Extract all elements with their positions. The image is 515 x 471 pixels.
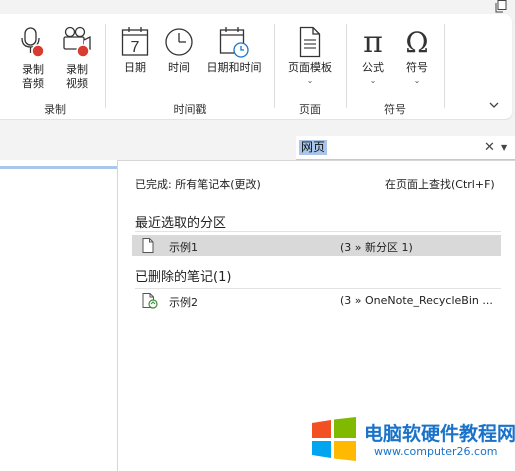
ribbon: 录制 音频 录制 视频 录制 7 日期 时间 日期和时间 时间戳 页面模板 ⌄ … [0, 14, 512, 120]
record-group-label: 录制 [44, 103, 66, 116]
search-input[interactable]: 网页 ✕ ▼ [296, 136, 515, 160]
record-video-icon [63, 26, 91, 58]
chevron-down-icon: ⌄ [306, 76, 314, 85]
omega-icon: Ω [405, 26, 428, 58]
result-page-name: 示例2 [169, 296, 198, 309]
search-query[interactable]: 网页 [299, 140, 328, 155]
page-canvas[interactable] [0, 160, 117, 471]
ribbon-separator [105, 24, 106, 108]
recycle-page-icon [142, 293, 158, 309]
pages-group-label: 页面 [299, 103, 321, 116]
record-audio-label-1: 录制 [22, 63, 44, 76]
symbol-label: 符号 [406, 61, 428, 74]
watermark-title: 电脑软硬件教程网 [364, 423, 515, 445]
chevron-down-icon[interactable]: ▼ [501, 141, 507, 155]
collapse-ribbon-icon[interactable] [488, 99, 500, 111]
symbols-group-label: 符号 [384, 103, 406, 116]
result-page-location: (3 » OneNote_RecycleBin ... [340, 294, 493, 307]
page-icon [142, 238, 154, 253]
date-time-button[interactable]: 日期和时间 [202, 26, 266, 75]
find-on-page-link[interactable]: 在页面上查找(Ctrl+F) [385, 176, 495, 192]
search-scope-status[interactable]: 已完成: 所有笔记本(更改) [135, 176, 261, 192]
watermark: 电脑软硬件教程网 www.computer26.com [310, 415, 515, 465]
svg-text:π: π [363, 26, 383, 58]
divider [135, 288, 501, 289]
list-item[interactable]: 示例2 (3 » OneNote_RecycleBin ... [132, 290, 501, 311]
record-video-label-1: 录制 [66, 63, 88, 76]
page-title-line [0, 166, 117, 169]
close-icon[interactable]: ✕ [484, 141, 495, 155]
page-templates-label: 页面模板 [288, 61, 332, 74]
record-audio-label-2: 音频 [22, 77, 44, 90]
calendar-icon: 7 [121, 27, 149, 56]
record-audio-icon [21, 27, 45, 58]
watermark-url: www.computer26.com [374, 445, 498, 458]
record-video-label-2: 视频 [66, 77, 88, 90]
windows-logo-red [312, 420, 331, 438]
date-label: 日期 [124, 61, 146, 74]
windows-logo-yellow [334, 441, 356, 461]
recent-sections-heading: 最近选取的分区 [135, 216, 227, 231]
ribbon-separator [444, 24, 445, 108]
svg-text:Ω: Ω [405, 26, 428, 58]
equation-button[interactable]: π 公式 ⌄ [355, 26, 391, 86]
calendar-day: 7 [131, 39, 140, 56]
ribbon-separator [274, 24, 275, 108]
list-item[interactable]: 示例1 (3 » 新分区 1) [132, 235, 501, 256]
windows-logo-green [334, 417, 356, 438]
windows-logo-icon [312, 417, 356, 461]
date-time-label: 日期和时间 [206, 61, 262, 74]
time-button[interactable]: 时间 [161, 26, 197, 75]
copy-icon[interactable] [495, 0, 507, 13]
clock-icon [165, 28, 193, 56]
time-label: 时间 [168, 61, 190, 74]
page-template-icon [299, 26, 321, 58]
ribbon-separator [346, 24, 347, 108]
record-video-button[interactable]: 录制 视频 [57, 26, 97, 91]
record-audio-button[interactable]: 录制 音频 [14, 26, 52, 91]
date-button[interactable]: 7 日期 [117, 26, 153, 75]
pi-icon: π [363, 26, 383, 58]
equation-label: 公式 [362, 61, 384, 74]
timestamp-group-label: 时间戳 [173, 103, 207, 116]
result-page-location: (3 » 新分区 1) [340, 241, 413, 254]
divider [135, 231, 501, 232]
chevron-down-icon: ⌄ [413, 76, 421, 85]
result-page-name: 示例1 [169, 241, 198, 254]
page-templates-button[interactable]: 页面模板 ⌄ [280, 26, 340, 86]
windows-logo-blue [312, 441, 331, 458]
chevron-down-icon: ⌄ [369, 76, 377, 85]
deleted-notes-heading: 已删除的笔记(1) [135, 270, 232, 285]
calendar-clock-icon [219, 27, 249, 58]
symbol-button[interactable]: Ω 符号 ⌄ [399, 26, 435, 86]
